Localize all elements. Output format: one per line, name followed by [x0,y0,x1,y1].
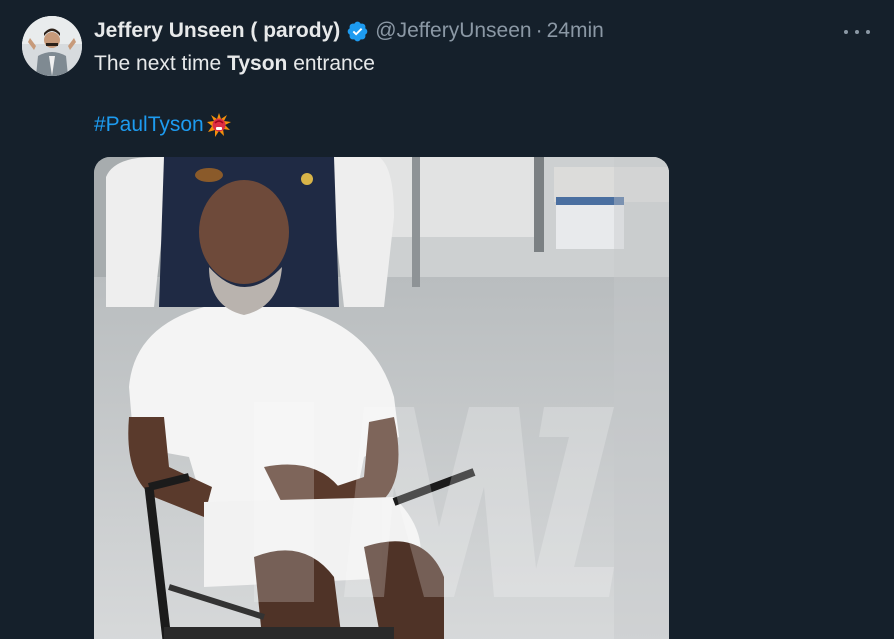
timestamp[interactable]: 24min [547,19,604,43]
hashtag-line: #PaulTyson [94,112,232,138]
tweet-media-photo[interactable] [94,157,669,639]
user-handle[interactable]: @JefferyUnseen [375,19,531,43]
avatar[interactable] [22,16,82,76]
more-dot [855,30,859,34]
tweet-text: The next time Tyson entrance [94,52,375,76]
tweet: Jeffery Unseen ( parody) @JefferyUnseen … [0,0,894,639]
more-dot [866,30,870,34]
more-options-icon[interactable] [844,22,870,42]
display-name[interactable]: Jeffery Unseen ( parody) [94,19,340,43]
tweet-text-part1: The next time [94,52,228,75]
tweet-text-bold: Tyson [227,52,288,75]
boxing-glove-impact-emoji [206,113,231,137]
tweet-text-part2: entrance [287,52,375,75]
separator-dot: · [535,19,543,42]
more-dot [844,30,848,34]
photo-image [94,157,669,639]
tweet-header: Jeffery Unseen ( parody) @JefferyUnseen … [94,18,834,44]
verified-badge-icon [347,21,368,41]
hashtag-link[interactable]: #PaulTyson [94,113,204,137]
